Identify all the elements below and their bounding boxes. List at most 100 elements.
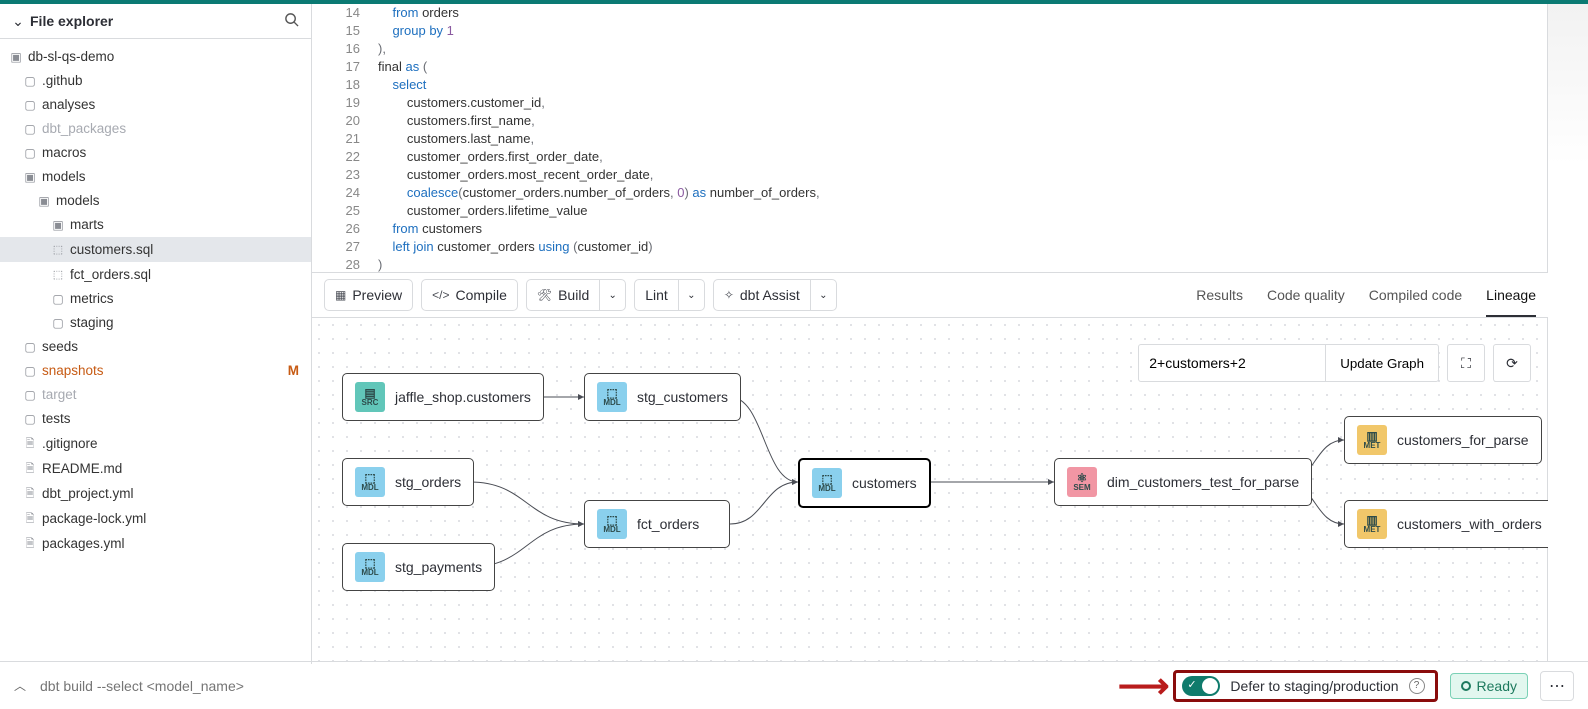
cube-icon xyxy=(50,239,66,260)
lineage-node-stg-customers[interactable]: ⬚MDL stg_customers xyxy=(584,373,741,421)
tree-item-label: packages.yml xyxy=(42,534,125,554)
check-icon: ✓ xyxy=(1187,678,1196,691)
lineage-node-customers-with-orders[interactable]: ▥METcustomers_with_orders xyxy=(1344,500,1555,548)
cli-caret-icon[interactable]: ︿ xyxy=(14,677,26,694)
mdl-icon: ⬚MDL xyxy=(597,509,627,539)
lineage-node-jaffle-shop-customers[interactable]: ▤SRCjaffle_shop.customers xyxy=(342,373,544,421)
mdl-icon: ⬚MDL xyxy=(355,552,385,582)
more-button[interactable]: ⋯ xyxy=(1540,671,1574,701)
file-icon xyxy=(22,483,38,504)
folder-open-icon xyxy=(50,215,66,235)
tree-item-db-sl-qs-demo[interactable]: db-sl-qs-demo xyxy=(0,45,311,69)
tree-item-label: marts xyxy=(70,215,104,235)
tree-item-tests[interactable]: tests xyxy=(0,407,311,431)
lineage-node-stg-orders[interactable]: ⬚MDLstg_orders xyxy=(342,458,474,506)
search-icon[interactable] xyxy=(281,12,301,30)
fullscreen-button[interactable]: ⛶ xyxy=(1447,344,1485,382)
tree-item-label: fct_orders.sql xyxy=(70,265,151,285)
lineage-node-fct-orders[interactable]: ⬚MDL fct_orders xyxy=(584,500,730,548)
mdl-icon: ⬚MDL xyxy=(355,467,385,497)
file-icon xyxy=(22,458,38,479)
tree-item-seeds[interactable]: seeds xyxy=(0,335,311,359)
node-label: stg_payments xyxy=(395,559,482,575)
tree-item-staging[interactable]: staging xyxy=(0,311,311,335)
folder-icon xyxy=(22,385,38,405)
tree-item-fct-orders-sql[interactable]: fct_orders.sql xyxy=(0,262,311,287)
ellipsis-icon: ⋯ xyxy=(1549,676,1565,696)
node-label: stg_customers xyxy=(637,389,728,405)
tab-code-quality[interactable]: Code quality xyxy=(1267,273,1345,317)
file-explorer-header[interactable]: ⌄ File explorer xyxy=(0,4,311,39)
build-button[interactable]: 🛠Build xyxy=(526,279,600,311)
editor-code[interactable]: from orders group by 1),final as ( selec… xyxy=(378,4,1547,272)
lineage-node-dim-customers-test-for-parse[interactable]: ⚛SEMdim_customers_test_for_parse xyxy=(1054,458,1312,506)
tree-item-label: tests xyxy=(42,409,71,429)
tree-item-snapshots[interactable]: snapshotsM xyxy=(0,359,311,383)
tree-item-label: package-lock.yml xyxy=(42,509,146,529)
folder-icon xyxy=(22,143,38,163)
tree-item-readme-md[interactable]: README.md xyxy=(0,456,311,481)
folder-icon xyxy=(22,337,38,357)
tree-item--gitignore[interactable]: .gitignore xyxy=(0,431,311,456)
lineage-node-stg-payments[interactable]: ⬚MDL stg_payments xyxy=(342,543,495,591)
tree-item-metrics[interactable]: metrics xyxy=(0,287,311,311)
file-icon xyxy=(22,533,38,554)
tree-item-label: staging xyxy=(70,313,114,333)
tree-item-packages-yml[interactable]: packages.yml xyxy=(0,531,311,556)
code-icon: </> xyxy=(432,288,449,302)
tree-item-label: .gitignore xyxy=(42,434,98,454)
dbt-assist-button[interactable]: ✧dbt Assist xyxy=(713,279,811,311)
tree-item-label: customers.sql xyxy=(70,240,153,260)
compile-button[interactable]: </>Compile xyxy=(421,279,518,311)
status-ready[interactable]: Ready xyxy=(1450,673,1528,699)
tree-item--github[interactable]: .github xyxy=(0,69,311,93)
tab-results[interactable]: Results xyxy=(1196,273,1243,317)
lineage-node-customers-for-parse[interactable]: ▥METcustomers_for_parse xyxy=(1344,416,1542,464)
folder-icon xyxy=(22,95,38,115)
node-label: customers_for_parse xyxy=(1397,432,1529,448)
lineage-node-customers[interactable]: ⬚MDLcustomers xyxy=(798,458,931,508)
assist-caret[interactable]: ⌄ xyxy=(811,279,837,311)
help-icon[interactable]: ? xyxy=(1409,678,1425,694)
tab-lineage[interactable]: Lineage xyxy=(1486,273,1536,317)
editor-minimap[interactable] xyxy=(1548,4,1588,272)
tree-item-customers-sql[interactable]: customers.sql xyxy=(0,237,311,262)
lineage-selector-input[interactable] xyxy=(1138,344,1326,382)
tree-item-models[interactable]: models xyxy=(0,165,311,189)
tree-item-label: analyses xyxy=(42,95,95,115)
tree-item-dbt-packages[interactable]: dbt_packages xyxy=(0,117,311,141)
tree-item-models[interactable]: models xyxy=(0,189,311,213)
preview-button[interactable]: ▦Preview xyxy=(324,279,413,311)
tree-item-dbt-project-yml[interactable]: dbt_project.yml xyxy=(0,481,311,506)
lineage-right-gutter xyxy=(1548,318,1588,661)
update-graph-button[interactable]: Update Graph xyxy=(1326,344,1439,382)
tree-item-label: metrics xyxy=(70,289,114,309)
mdl-icon: ⬚MDL xyxy=(597,382,627,412)
cli-input[interactable] xyxy=(38,677,1106,695)
code-editor[interactable]: 14151617181920212223242526272829 from or… xyxy=(312,4,1548,272)
tree-item-package-lock-yml[interactable]: package-lock.yml xyxy=(0,506,311,531)
build-caret[interactable]: ⌄ xyxy=(600,279,626,311)
cube-icon xyxy=(50,264,66,285)
refresh-button[interactable]: ⟳ xyxy=(1493,344,1531,382)
chevron-down-icon: ⌄ xyxy=(10,13,26,30)
tree-item-analyses[interactable]: analyses xyxy=(0,93,311,117)
lint-button-group: Lint ⌄ xyxy=(634,279,705,311)
node-label: fct_orders xyxy=(637,516,699,532)
file-explorer-title: File explorer xyxy=(30,13,281,29)
defer-toggle[interactable]: ✓ xyxy=(1182,676,1220,696)
file-icon xyxy=(22,433,38,454)
met-icon: ▥MET xyxy=(1357,509,1387,539)
lineage-graph[interactable]: Update Graph ⛶ ⟳ ▤SRCjaffle_shop.custome… xyxy=(312,318,1548,661)
tree-item-target[interactable]: target xyxy=(0,383,311,407)
sparkle-icon: ✧ xyxy=(724,288,734,302)
annotation-arrow: ⟶ xyxy=(1118,665,1166,707)
lint-button[interactable]: Lint xyxy=(634,279,679,311)
node-label: customers xyxy=(852,475,917,491)
grid-icon: ▦ xyxy=(335,288,346,302)
tab-compiled-code[interactable]: Compiled code xyxy=(1369,273,1462,317)
lint-caret[interactable]: ⌄ xyxy=(679,279,705,311)
tree-item-marts[interactable]: marts xyxy=(0,213,311,237)
tree-item-label: models xyxy=(42,167,86,187)
tree-item-macros[interactable]: macros xyxy=(0,141,311,165)
